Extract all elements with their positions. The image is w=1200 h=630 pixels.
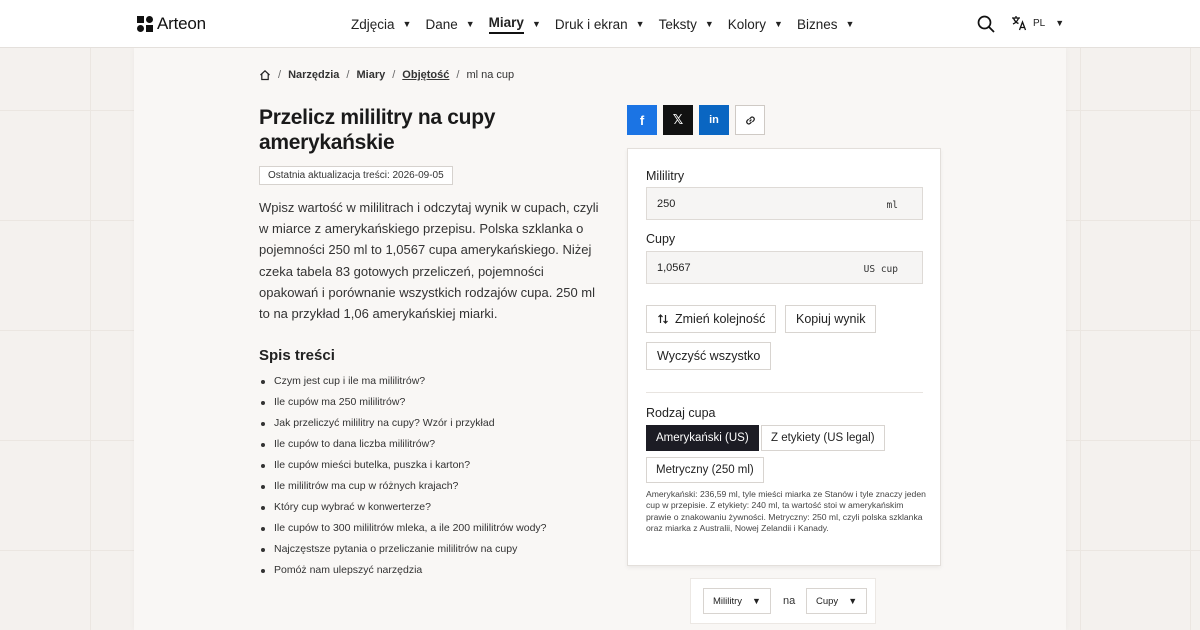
copy-result-button[interactable]: Kopiuj wynik bbox=[785, 305, 877, 333]
cups-unit: US cup bbox=[863, 264, 898, 275]
toc-item[interactable]: Czym jest cup i ile ma mililitrów? bbox=[259, 371, 547, 392]
toc-item[interactable]: Najczęstsze pytania o przeliczanie milil… bbox=[259, 539, 547, 560]
breadcrumb: / Narzędzia / Miary / Objętość / ml na c… bbox=[259, 69, 514, 81]
toc-item[interactable]: Jak przeliczyć mililitry na cupy? Wzór i… bbox=[259, 413, 547, 434]
logo-mark-icon bbox=[137, 16, 153, 32]
unit-pair-selector: Mililitry ▼ na Cupy ▼ bbox=[690, 578, 876, 624]
home-icon[interactable] bbox=[259, 69, 271, 81]
main-nav: Zdjęcia ▼ Dane ▼ Miary ▼ Druk i ekran ▼ Teks… bbox=[351, 0, 868, 48]
toc-item[interactable]: Ile mililitrów ma cup w różnych krajach? bbox=[259, 476, 547, 497]
chevron-down-icon: ▼ bbox=[848, 596, 858, 606]
toc-item[interactable]: Ile cupów ma 250 mililitrów? bbox=[259, 392, 547, 413]
breadcrumb-item-narzedzia[interactable]: Narzędzia bbox=[288, 69, 339, 81]
to-unit-select[interactable]: Cupy ▼ bbox=[806, 588, 868, 614]
swap-button[interactable]: Zmień kolejność bbox=[646, 305, 777, 333]
link-icon bbox=[745, 116, 755, 124]
chevron-down-icon: ▼ bbox=[465, 19, 475, 29]
toc-item[interactable]: Ile cupów to dana liczba mililitrów? bbox=[259, 434, 547, 455]
to-field-label: Cupy bbox=[646, 232, 676, 246]
share-buttons: f 𝕏 in bbox=[627, 105, 765, 135]
logo-text: Arteon bbox=[157, 14, 206, 33]
share-facebook-button[interactable]: f bbox=[627, 105, 657, 135]
to-unit-value: Cupy bbox=[816, 595, 839, 607]
toc-item[interactable]: Ile cupów to 300 mililitrów mleka, a ile… bbox=[259, 518, 547, 539]
facebook-icon: f bbox=[639, 112, 645, 128]
toc-item[interactable]: Pomóż nam ulepszyć narzędzia bbox=[259, 560, 547, 581]
nav-item-miary[interactable]: Miary ▼ bbox=[488, 0, 541, 48]
toc-item[interactable]: Który cup wybrać w konwerterze? bbox=[259, 497, 547, 518]
cups-value: 1,0567 bbox=[657, 262, 691, 274]
share-x-button[interactable]: 𝕏 bbox=[663, 105, 693, 135]
translate-icon bbox=[1012, 16, 1027, 31]
nav-item-zdjecia[interactable]: Zdjęcia ▼ bbox=[351, 0, 411, 48]
share-linkedin-button[interactable]: in bbox=[699, 105, 729, 135]
main-content: / Narzędzia / Miary / Objętość / ml na c… bbox=[134, 48, 1066, 630]
table-of-contents: Czym jest cup i ile ma mililitrów? Ile c… bbox=[259, 371, 547, 581]
unit-connector: na bbox=[783, 595, 796, 607]
from-field-label: Mililitry bbox=[646, 169, 685, 183]
search-icon[interactable] bbox=[977, 15, 995, 33]
milliliters-value: 250 bbox=[657, 198, 676, 210]
chevron-down-icon: ▼ bbox=[752, 596, 761, 606]
chevron-down-icon: ▼ bbox=[531, 19, 541, 29]
nav-item-druk-i-ekran[interactable]: Druk i ekran ▼ bbox=[555, 0, 645, 48]
nav-item-dane[interactable]: Dane ▼ bbox=[425, 0, 474, 48]
copy-link-button[interactable] bbox=[735, 105, 765, 135]
intro-text: Wpisz wartość w mililitrach i odczytaj w… bbox=[259, 200, 599, 322]
chevron-down-icon: ▼ bbox=[845, 19, 855, 29]
chevron-down-icon: ▼ bbox=[402, 19, 412, 29]
cup-type-us[interactable]: Amerykański (US) bbox=[646, 425, 759, 451]
toc-item[interactable]: Ile cupów mieści butelka, puszka i karto… bbox=[259, 455, 547, 476]
clear-all-button[interactable]: Wyczyść wszystko bbox=[646, 342, 772, 370]
linkedin-icon: in bbox=[709, 114, 719, 126]
copy-result-label: Kopiuj wynik bbox=[796, 312, 866, 326]
last-updated-badge: Ostatnia aktualizacja treści: 2026-09-05 bbox=[259, 166, 453, 185]
chevron-down-icon: ▼ bbox=[704, 19, 714, 29]
nav-item-teksty[interactable]: Teksty ▼ bbox=[659, 0, 714, 48]
panel-divider bbox=[646, 392, 923, 393]
cups-input[interactable]: 1,0567 US cup bbox=[646, 251, 923, 284]
breadcrumb-item-miary[interactable]: Miary bbox=[356, 69, 385, 81]
converter-panel: Mililitry 250 ml Cupy 1,0567 US cup Zmie… bbox=[627, 148, 941, 566]
cup-type-label: Rodzaj cupa bbox=[646, 406, 716, 420]
breadcrumb-separator: / bbox=[278, 69, 282, 81]
chevron-down-icon: ▼ bbox=[635, 19, 645, 29]
milliliters-unit: ml bbox=[886, 200, 898, 211]
chevron-down-icon: ▼ bbox=[1055, 18, 1065, 28]
cup-type-note: Amerykański: 236,59 ml, tyle mieści miar… bbox=[646, 489, 926, 534]
nav-item-kolory[interactable]: Kolory ▼ bbox=[728, 0, 783, 48]
cup-type-us-legal[interactable]: Z etykiety (US legal) bbox=[761, 425, 885, 451]
page-title: Przelicz mililitry na cupy amerykańskie bbox=[259, 106, 496, 154]
swap-button-label: Zmień kolejność bbox=[675, 312, 766, 326]
toc-title: Spis treści bbox=[259, 347, 335, 364]
breadcrumb-current: ml na cup bbox=[466, 69, 515, 81]
swap-icon bbox=[658, 314, 668, 324]
breadcrumb-item-objetosc[interactable]: Objętość bbox=[402, 69, 449, 81]
cup-type-metric[interactable]: Metryczny (250 ml) bbox=[646, 457, 764, 483]
breadcrumb-separator: / bbox=[346, 69, 350, 81]
chevron-down-icon: ▼ bbox=[774, 19, 783, 29]
milliliters-input[interactable]: 250 ml bbox=[646, 187, 923, 220]
language-switcher[interactable]: PL ▼ bbox=[1011, 15, 1064, 31]
nav-item-biznes[interactable]: Biznes ▼ bbox=[797, 0, 854, 48]
language-code: PL bbox=[1033, 17, 1046, 29]
breadcrumb-separator: / bbox=[392, 69, 396, 81]
breadcrumb-separator: / bbox=[456, 69, 460, 81]
logo[interactable]: Arteon bbox=[137, 14, 206, 34]
from-unit-value: Mililitry bbox=[713, 595, 743, 607]
x-icon: 𝕏 bbox=[672, 112, 684, 127]
clear-all-label: Wyczyść wszystko bbox=[657, 349, 761, 363]
from-unit-select[interactable]: Mililitry ▼ bbox=[703, 588, 771, 614]
site-header: Arteon Zdjęcia ▼ Dane ▼ Miary ▼ Druk i ekra… bbox=[0, 0, 1200, 48]
